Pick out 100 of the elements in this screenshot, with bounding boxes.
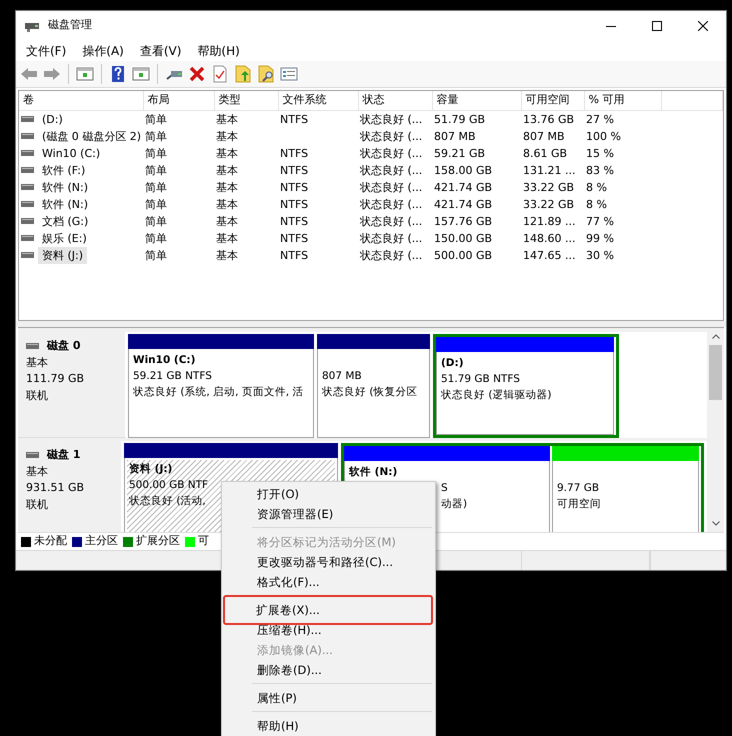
table-cell: 基本 — [216, 232, 238, 244]
folder-up-icon[interactable] — [234, 65, 252, 83]
partition-status: 状态良好 (系统, 启动, 页面文件, 活 — [133, 386, 304, 398]
table-cell: 基本 — [216, 130, 238, 142]
table-cell: 33.22 GB — [523, 180, 574, 194]
list-icon[interactable] — [280, 65, 298, 83]
drive-icon — [21, 167, 34, 173]
partition-box[interactable]: 9.77 GB 可用空间 — [552, 461, 699, 532]
table-cell: NTFS — [280, 146, 308, 160]
drive-icon — [21, 252, 34, 258]
table-cell: NTFS — [280, 248, 308, 262]
partition-size: 51.79 GB NTFS — [441, 373, 520, 385]
console-icon[interactable] — [132, 65, 150, 83]
menu-item[interactable]: 操作(A) — [74, 42, 132, 60]
check-page-icon[interactable] — [211, 65, 229, 83]
table-cell: 33.22 GB — [523, 198, 574, 210]
table-cell: 13.76 GB — [523, 112, 574, 126]
volume-name[interactable]: 软件 (F:) — [38, 162, 90, 178]
menu-item[interactable]: 格式化(F)... — [224, 572, 433, 592]
table-cell: 简单 — [145, 232, 167, 244]
table-cell: 简单 — [145, 146, 167, 160]
partition-status: 可用空间 — [557, 498, 601, 510]
table-cell: NTFS — [280, 198, 308, 210]
menu-item[interactable]: 文件(F) — [18, 42, 74, 60]
volume-name[interactable]: 软件 (N:) — [38, 196, 92, 212]
partition-box[interactable]: 807 MB 状态良好 (恢复分区 — [317, 349, 430, 438]
table-cell: 83 % — [586, 164, 614, 176]
drive-icon — [21, 116, 34, 122]
help-icon[interactable] — [109, 65, 127, 83]
table-cell: 15 % — [586, 146, 614, 160]
table-cell: NTFS — [280, 232, 308, 244]
table-cell: 状态良好 (... — [360, 112, 422, 126]
table-cell: 157.76 GB — [434, 214, 492, 228]
volume-name[interactable]: 软件 (N:) — [38, 178, 92, 196]
volume-name[interactable]: (磁盘 0 磁盘分区 2) — [38, 128, 143, 144]
volume-name[interactable]: (D:) — [38, 110, 67, 128]
column-header[interactable]: 容量 — [432, 91, 521, 110]
volume-name[interactable]: Win10 (C:) — [38, 144, 104, 162]
table-cell: 状态良好 (... — [360, 180, 422, 194]
table-cell: NTFS — [280, 164, 308, 176]
table-cell: 简单 — [145, 164, 167, 176]
table-cell: 状态良好 (... — [360, 232, 422, 244]
column-header[interactable]: 可用空间 — [521, 91, 584, 110]
table-cell: 421.74 GB — [434, 198, 492, 210]
partition-box[interactable]: (D:) 51.79 GB NTFS 状态良好 (逻辑驱动器) — [436, 352, 614, 435]
table-cell: 简单 — [145, 180, 167, 194]
disk-name: 磁盘 1 — [47, 447, 80, 463]
table-cell: 8 % — [586, 180, 607, 194]
drive-icon — [21, 218, 34, 224]
volume-name[interactable]: 资料 (J:) — [38, 246, 88, 264]
partition-status: 状态良好 (逻辑驱动器) — [441, 389, 552, 401]
drive-icon — [21, 184, 34, 190]
column-header[interactable]: 布局 — [143, 91, 214, 110]
close-icon — [698, 20, 708, 30]
partition-size: S — [441, 482, 448, 494]
scrollbar-thumb[interactable] — [709, 345, 722, 400]
menu-item[interactable]: 帮助(H) — [189, 42, 248, 60]
table-cell: 基本 — [216, 214, 238, 228]
table-cell: 状态良好 (... — [360, 198, 422, 210]
table-cell: 59.21 GB — [434, 146, 486, 160]
table-cell: 简单 — [145, 198, 167, 210]
disk-size: 931.51 GB — [26, 480, 86, 496]
partition-size: 59.21 GB NTFS — [133, 370, 212, 382]
menu-item[interactable]: 帮助(H) — [224, 716, 433, 736]
column-header[interactable]: 卷 — [19, 91, 143, 110]
scrollbar[interactable] — [707, 328, 724, 532]
legend-label: 可 — [198, 533, 209, 550]
table-cell: 基本 — [216, 146, 238, 160]
partition-status: 状态良好 (活动, — [129, 495, 206, 507]
table-cell: 807 MB — [523, 130, 565, 142]
column-header[interactable]: 文件系统 — [278, 91, 358, 110]
table-cell: 基本 — [216, 248, 238, 262]
column-header[interactable]: % 可用 — [584, 91, 661, 110]
delete-icon[interactable] — [188, 65, 206, 83]
scroll-up-icon — [712, 334, 720, 339]
maximize-icon — [652, 20, 662, 30]
volume-name[interactable]: 文档 (G:) — [38, 212, 92, 230]
partition-box[interactable]: Win10 (C:) 59.21 GB NTFS 状态良好 (系统, 启动, 页面文件, 活 — [128, 349, 314, 438]
volume-name[interactable]: 娱乐 (E:) — [38, 230, 91, 246]
scroll-down-icon — [712, 521, 720, 526]
partition-status: 状态良好 (恢复分区 — [322, 386, 418, 398]
column-header[interactable]: 状态 — [358, 91, 432, 110]
table-cell: 基本 — [216, 180, 238, 194]
forward-arrow-icon[interactable] — [43, 65, 61, 83]
menu-item[interactable]: 删除卷(D)... — [224, 660, 433, 680]
folder-search-icon[interactable] — [257, 65, 275, 83]
disk-status: 联机 — [26, 388, 49, 404]
table-cell: 421.74 GB — [434, 180, 492, 194]
table-cell: 30 % — [586, 248, 614, 262]
table-cell: 100 % — [586, 130, 621, 142]
menu-item[interactable]: 扩展卷(X)... — [223, 595, 433, 625]
partition-name: Win10 (C:) — [133, 353, 196, 368]
table-cell: 121.89 ... — [523, 214, 576, 228]
console-icon[interactable] — [76, 65, 94, 83]
back-arrow-icon[interactable] — [20, 65, 38, 83]
menu-item[interactable]: 属性(P) — [224, 688, 433, 708]
column-header[interactable]: 类型 — [214, 91, 278, 110]
partition-size: 807 MB — [322, 370, 362, 382]
table-cell: 158.00 GB — [434, 164, 492, 176]
menu-item[interactable]: 查看(V) — [132, 42, 190, 60]
